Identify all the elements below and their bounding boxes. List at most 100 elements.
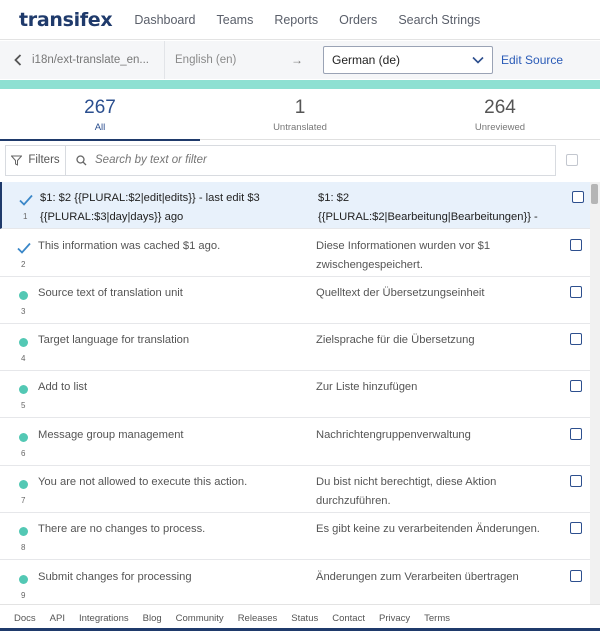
status-dot-icon [19,338,28,347]
status-reviewed [19,193,33,211]
row-checkbox[interactable] [570,428,582,440]
string-row[interactable]: 6 Message group management Nachrichtengr… [0,419,590,466]
footer-link-blog[interactable]: Blog [143,613,162,624]
translation-string: Du bist nicht berechtigt, diese Aktion d… [316,476,497,507]
tab-all-count: 267 [84,97,116,118]
row-number: 2 [21,260,26,269]
translation-string: Zur Liste hinzufügen [316,381,418,393]
footer-link-contact[interactable]: Contact [332,613,365,624]
footer-link-integrations[interactable]: Integrations [79,613,129,624]
footer-link-community[interactable]: Community [176,613,224,624]
string-row[interactable]: 7 You are not allowed to execute this ac… [0,466,590,513]
source-string: Message group management [38,429,184,441]
status-dot-icon [19,480,28,489]
nav-dashboard[interactable]: Dashboard [134,13,195,27]
tab-unreviewed-label: Unreviewed [474,122,526,133]
footer: Docs API Integrations Blog Community Rel… [0,604,600,631]
checkmark-icon [17,242,31,254]
row-checkbox[interactable] [570,333,582,345]
row-number: 9 [21,591,26,600]
row-number: 7 [21,496,26,505]
nav-reports[interactable]: Reports [274,13,318,27]
footer-link-status[interactable]: Status [291,613,318,624]
filters-button[interactable]: Filters [5,144,66,176]
string-list: 1 $1: $2 {{PLURAL:$2|edit|edits}} - last… [0,182,590,604]
nav-teams[interactable]: Teams [217,13,254,27]
resource-path[interactable]: i18n/ext-translate_en... [32,54,158,66]
footer-link-docs[interactable]: Docs [14,613,36,624]
row-number: 4 [21,354,26,363]
tab-untranslated-label: Untranslated [273,122,327,133]
select-all-checkbox[interactable] [566,154,578,166]
row-number: 1 [23,212,28,221]
status-dot-icon [19,433,28,442]
tab-unreviewed-count: 264 [484,97,516,118]
row-checkbox[interactable] [572,191,584,203]
filter-icon [11,155,23,166]
source-string: $1: $2 {{PLURAL:$2|edit|edits}} - last e… [40,192,260,223]
footer-link-privacy[interactable]: Privacy [379,613,410,624]
string-row[interactable]: 4 Target language for translation Zielsp… [0,324,590,371]
target-language-value: German (de) [332,53,401,67]
row-checkbox[interactable] [570,570,582,582]
row-checkbox[interactable] [570,475,582,487]
source-string: This information was cached $1 ago. [38,240,221,252]
row-number: 3 [21,307,26,316]
status-translated [17,335,28,347]
source-string: Source text of translation unit [38,287,183,299]
status-translated [17,430,28,442]
string-row[interactable]: 5 Add to list Zur Liste hinzufügen [0,371,590,418]
row-number: 5 [21,401,26,410]
filter-bar: Filters [0,144,600,176]
string-filter-tabs: 267 All 1 Untranslated 264 Unreviewed [0,89,600,141]
divider [164,41,165,79]
status-translated [17,382,28,394]
chevron-down-icon [472,56,484,64]
search-input[interactable] [95,154,515,166]
source-string: You are not allowed to execute this acti… [38,476,248,488]
string-row[interactable]: 8 There are no changes to process. Es gi… [0,513,590,560]
scrollbar-thumb[interactable] [591,184,598,204]
tab-all[interactable]: 267 All [0,89,200,141]
nav-search-strings[interactable]: Search Strings [398,13,480,27]
row-number: 6 [21,449,26,458]
row-checkbox[interactable] [570,239,582,251]
source-string: Target language for translation [38,334,190,346]
row-checkbox[interactable] [570,380,582,392]
list-scrollbar[interactable] [590,182,600,604]
edit-source-link[interactable]: Edit Source [501,53,563,67]
arrow-right-icon: → [291,53,303,67]
editor-context-bar: i18n/ext-translate_en... English (en) → … [0,41,600,79]
footer-link-terms[interactable]: Terms [424,613,450,624]
translation-string: $1: $2 {{PLURAL:$2|Bearbeitung|Bearbeitu… [318,192,538,223]
string-row[interactable]: 3 Source text of translation unit Quellt… [0,277,590,324]
status-dot-icon [19,527,28,536]
footer-link-releases[interactable]: Releases [238,613,278,624]
row-checkbox[interactable] [570,522,582,534]
source-language: English (en) [175,54,237,66]
filters-label: Filters [28,154,60,166]
row-number: 8 [21,543,26,552]
translation-string: Quelltext der Übersetzungseinheit [316,287,485,299]
progress-bar [0,80,600,89]
source-string: Submit changes for processing [38,571,192,583]
tab-unreviewed[interactable]: 264 Unreviewed [400,89,600,140]
back-chevron-icon[interactable] [14,54,32,66]
tab-untranslated[interactable]: 1 Untranslated [200,89,400,140]
string-row[interactable]: 9 Submit changes for processing Änderung… [0,561,590,604]
status-reviewed [17,241,31,259]
transifex-logo[interactable]: transifex [19,9,113,31]
translation-string: Diese Informationen wurden vor $1 zwisch… [316,240,491,271]
string-row[interactable]: 2 This information was cached $1 ago. Di… [0,230,590,277]
footer-link-api[interactable]: API [50,613,65,624]
status-dot-icon [19,291,28,300]
string-row[interactable]: 1 $1: $2 {{PLURAL:$2|edit|edits}} - last… [0,182,590,229]
top-navigation: transifex Dashboard Teams Reports Orders… [0,0,600,40]
row-checkbox[interactable] [570,286,582,298]
tab-untranslated-count: 1 [294,97,306,118]
nav-orders[interactable]: Orders [339,13,377,27]
status-translated [17,524,28,536]
search-box[interactable] [66,144,556,176]
target-language-select[interactable]: German (de) [323,46,493,74]
search-icon [76,154,87,165]
